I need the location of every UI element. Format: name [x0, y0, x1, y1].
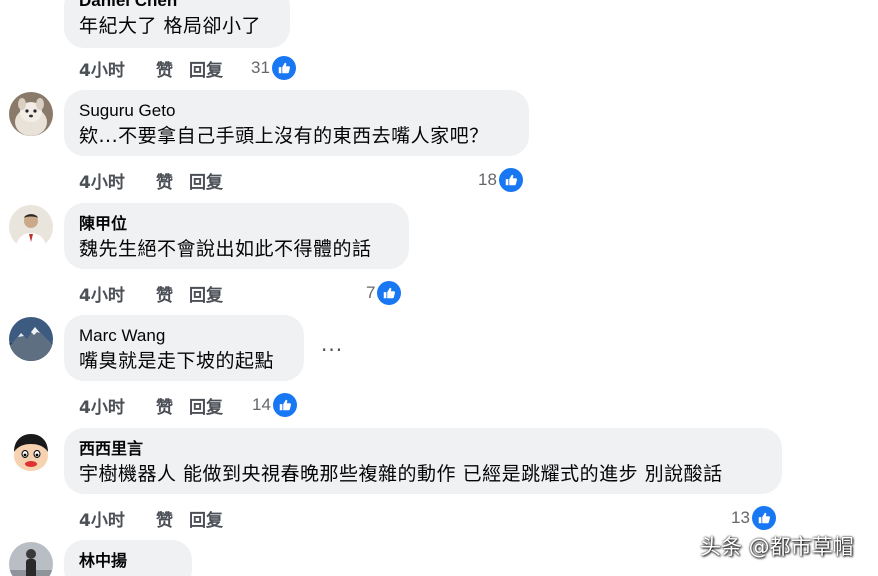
watermark: 头条 @都市草帽	[700, 535, 854, 559]
person-avatar-icon[interactable]	[9, 205, 53, 249]
comment-author[interactable]: 林中揚	[79, 549, 176, 573]
comment-bubble: Marc Wang 嘴臭就是走下坡的起點	[64, 315, 304, 381]
comment-bubble: Suguru Geto 欸...不要拿自己手頭上沒有的東西去嘴人家吧？	[64, 90, 529, 156]
comment-author[interactable]: 陳甲位	[79, 212, 393, 236]
like-button[interactable]: 赞	[156, 168, 189, 193]
comment-text: 魏先生絕不會說出如此不得體的話	[79, 238, 372, 260]
reaction-count: 18	[478, 170, 497, 189]
dog-avatar-icon[interactable]	[9, 92, 53, 136]
comment-timestamp[interactable]: 4小时	[79, 506, 156, 531]
person-standing-avatar-icon[interactable]	[9, 542, 53, 576]
reply-button[interactable]: 回复	[189, 168, 229, 193]
reaction-summary[interactable]: 31	[251, 55, 296, 81]
comment-author[interactable]: Marc Wang	[79, 324, 288, 348]
comment-bubble: 西西里言 宇樹機器人 能做到央視春晚那些複雜的動作 已經是跳耀式的進步 別說酸話	[64, 428, 782, 494]
reaction-count: 14	[252, 395, 271, 414]
comment-bubble: 陳甲位 魏先生絕不會說出如此不得體的話	[64, 203, 409, 269]
comment-actions: 4小时 赞 回复	[79, 167, 229, 193]
reply-button[interactable]: 回复	[189, 281, 229, 306]
thumbs-up-icon	[498, 168, 523, 192]
comment-timestamp[interactable]: 4小时	[79, 56, 156, 81]
more-options-icon[interactable]: ···	[321, 338, 343, 362]
comment-timestamp[interactable]: 4小时	[79, 168, 156, 193]
like-button[interactable]: 赞	[156, 506, 189, 531]
reaction-summary[interactable]: 7	[366, 280, 402, 306]
comment-text: 欸...不要拿自己手頭上沒有的東西去嘴人家吧？	[79, 125, 489, 147]
thumbs-up-icon	[271, 56, 296, 80]
mountain-avatar-icon[interactable]	[9, 317, 53, 361]
comment-author[interactable]: 西西里言	[79, 437, 766, 461]
like-button[interactable]: 赞	[156, 56, 189, 81]
comment-actions: 4小时 赞 回复	[79, 280, 229, 306]
reaction-count: 7	[366, 283, 376, 302]
reaction-summary[interactable]: 18	[478, 167, 523, 193]
reply-button[interactable]: 回复	[189, 393, 229, 418]
comment-text: 宇樹機器人 能做到央視春晚那些複雜的動作 已經是跳耀式的進步 別說酸話	[79, 463, 723, 485]
comment-author[interactable]: Daniel Chen	[79, 0, 274, 13]
comment-timestamp[interactable]: 4小时	[79, 393, 156, 418]
reaction-count: 31	[251, 58, 270, 77]
thumbs-up-icon	[272, 393, 297, 417]
comment-actions: 4小时 赞 回复	[79, 505, 229, 531]
comment-timestamp[interactable]: 4小时	[79, 281, 156, 306]
comment-text: 嘴臭就是走下坡的起點	[79, 350, 275, 372]
reaction-count: 13	[731, 508, 750, 527]
comment-actions: 4小时 赞 回复	[79, 55, 229, 81]
cartoon-avatar-icon[interactable]	[9, 430, 53, 474]
comment-actions: 4小时 赞 回复	[79, 392, 229, 418]
like-button[interactable]: 赞	[156, 281, 189, 306]
reaction-summary[interactable]: 14	[252, 392, 297, 418]
comment-bubble: 林中揚	[64, 540, 192, 576]
reply-button[interactable]: 回复	[189, 56, 229, 81]
comment-author[interactable]: Suguru Geto	[79, 99, 513, 123]
like-button[interactable]: 赞	[156, 393, 189, 418]
thumbs-up-icon	[751, 506, 776, 530]
comment-text: 年紀大了 格局卻小了	[79, 15, 262, 37]
thumbs-up-icon	[377, 281, 402, 305]
reply-button[interactable]: 回复	[189, 506, 229, 531]
reaction-summary[interactable]: 13	[731, 505, 776, 531]
comment-bubble: Daniel Chen 年紀大了 格局卻小了	[64, 0, 290, 48]
